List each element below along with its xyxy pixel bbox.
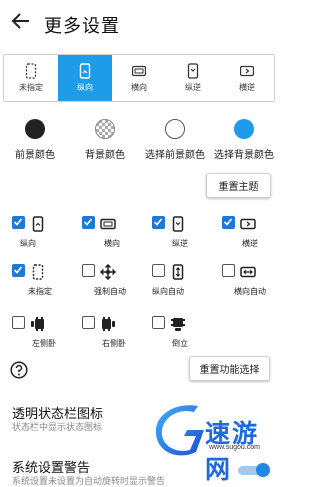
watermark-subtext: www.sugou.com xyxy=(209,444,260,451)
feature-label: 强制自动 xyxy=(94,287,126,296)
background-color[interactable]: 背景颜色 xyxy=(70,116,140,161)
orientation-option-landscape[interactable]: 横向 xyxy=(112,55,166,101)
portrait-icon xyxy=(79,63,91,79)
lie-left-icon xyxy=(31,317,44,331)
orientation-label: 纵向 xyxy=(77,83,93,92)
feature-checkbox[interactable] xyxy=(82,264,95,277)
feature-label: 横向 xyxy=(104,239,120,248)
feature-lie-right: 右侧卧 xyxy=(82,316,142,350)
feature-label: 纵逆 xyxy=(172,239,188,248)
feature-checkbox[interactable] xyxy=(152,316,165,329)
feature-label: 纵向自动 xyxy=(152,287,184,296)
upside-down-icon xyxy=(171,318,185,331)
reverse-landscape-icon xyxy=(240,218,256,230)
reset-features-button[interactable]: 重置功能选择 xyxy=(189,356,270,381)
unspecified-icon xyxy=(32,264,44,280)
feature-label: 倒立 xyxy=(172,339,188,348)
reverse-portrait-icon xyxy=(187,63,199,79)
feature-landscape-auto: 横向自动 xyxy=(222,264,282,298)
feature-checkbox[interactable] xyxy=(82,216,95,229)
selected-background-color[interactable]: 选择背景颜色 xyxy=(209,116,279,161)
color-swatch xyxy=(25,119,45,139)
theme-colors: 前景颜色 背景颜色 选择前景颜色 选择背景颜色 xyxy=(0,116,279,164)
back-arrow-icon[interactable] xyxy=(10,10,32,32)
feature-label: 横向自动 xyxy=(234,287,266,296)
reset-theme-button[interactable]: 重置主题 xyxy=(206,173,271,198)
top-app-bar: 更多设置 xyxy=(0,0,279,44)
orientation-option-reverse-landscape[interactable]: 横逆 xyxy=(220,55,274,101)
unspecified-icon xyxy=(25,63,37,79)
feature-checkbox[interactable] xyxy=(82,316,95,329)
feature-upside-down: 倒立 xyxy=(152,316,212,350)
feature-checkbox[interactable] xyxy=(222,264,235,277)
color-swatch xyxy=(234,119,254,139)
orientation-selector: 未指定 纵向 横向 纵逆 横逆 xyxy=(3,54,275,102)
feature-label: 右侧卧 xyxy=(102,339,126,348)
color-label: 选择前景颜色 xyxy=(145,150,205,161)
color-label: 前景颜色 xyxy=(15,150,55,161)
lie-right-icon xyxy=(102,317,115,331)
color-label: 选择背景颜色 xyxy=(214,150,274,161)
orientation-label: 纵逆 xyxy=(185,83,201,92)
orientation-label: 未指定 xyxy=(19,83,43,92)
foreground-color[interactable]: 前景颜色 xyxy=(0,116,70,161)
feature-checkbox[interactable] xyxy=(12,316,25,329)
page-title: 更多设置 xyxy=(44,16,120,36)
feature-label: 纵向 xyxy=(20,239,36,248)
selected-foreground-color[interactable]: 选择前景颜色 xyxy=(140,116,210,161)
feature-reverse-portrait: 纵逆 xyxy=(152,216,212,250)
feature-label: 左侧卧 xyxy=(32,339,56,348)
force-auto-icon xyxy=(100,264,116,280)
portrait-auto-icon xyxy=(172,264,184,280)
feature-checkbox[interactable] xyxy=(152,216,165,229)
reverse-landscape-icon xyxy=(240,65,254,77)
portrait-icon xyxy=(32,216,44,232)
orientation-option-portrait[interactable]: 纵向 xyxy=(58,55,112,101)
color-swatch xyxy=(95,119,115,139)
landscape-auto-icon xyxy=(240,266,256,278)
feature-checkbox[interactable] xyxy=(222,216,235,229)
feature-unspecified: 未指定 xyxy=(12,264,72,298)
orientation-label: 横向 xyxy=(131,83,147,92)
orientation-option-reverse-portrait[interactable]: 纵逆 xyxy=(166,55,220,101)
color-label: 背景颜色 xyxy=(85,150,125,161)
feature-label: 未指定 xyxy=(28,287,52,296)
orientation-option-unspecified[interactable]: 未指定 xyxy=(4,55,58,101)
feature-lie-left: 左侧卧 xyxy=(12,316,72,350)
feature-portrait-auto: 纵向自动 xyxy=(152,264,212,298)
setting-description: 系统设置未设置为自动旋转时显示警告 xyxy=(12,476,166,486)
feature-reverse-landscape: 横逆 xyxy=(222,216,282,250)
feature-checkbox[interactable] xyxy=(152,264,165,277)
feature-force-auto: 强制自动 xyxy=(82,264,142,298)
reverse-portrait-icon xyxy=(172,216,184,232)
help-icon[interactable] xyxy=(10,361,28,379)
color-swatch xyxy=(165,119,185,139)
orientation-label: 横逆 xyxy=(239,83,255,92)
landscape-icon xyxy=(132,65,146,77)
feature-checkbox[interactable] xyxy=(12,264,25,277)
feature-portrait: 纵向 xyxy=(12,216,72,250)
landscape-icon xyxy=(100,218,116,230)
feature-landscape: 横向 xyxy=(82,216,142,250)
feature-checkbox[interactable] xyxy=(12,216,25,229)
setting-description: 状态栏中显示状态图标 xyxy=(12,422,103,432)
feature-label: 横逆 xyxy=(242,239,258,248)
